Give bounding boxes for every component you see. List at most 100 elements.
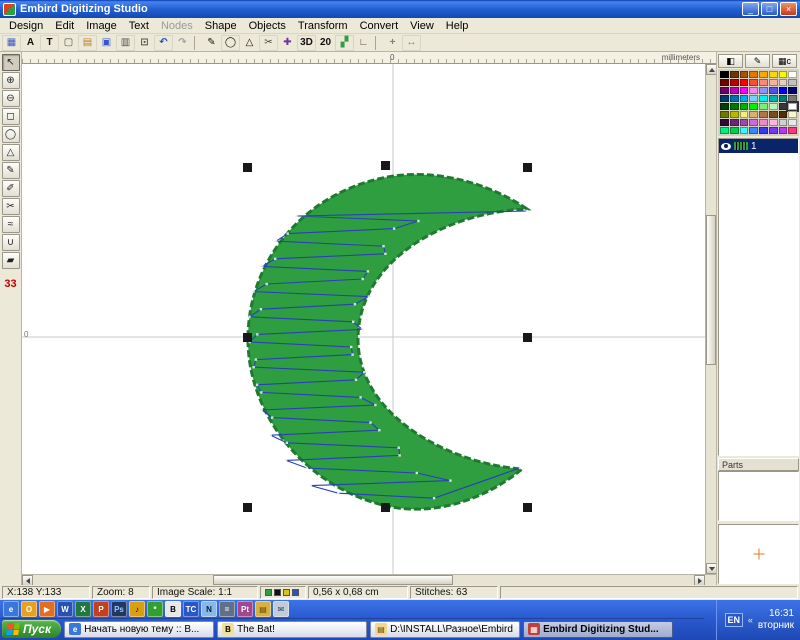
menu-item-help[interactable]: Help — [440, 19, 475, 33]
palette-swatch[interactable] — [779, 95, 788, 102]
freehand-draw-icon[interactable]: ✎ — [202, 35, 221, 51]
menu-item-image[interactable]: Image — [80, 19, 123, 33]
crescent-design-object[interactable] — [248, 174, 527, 509]
palette-swatch[interactable] — [769, 95, 778, 102]
polygon-shape-icon[interactable]: △ — [240, 35, 259, 51]
zoom-out-tool[interactable]: ⊖ — [2, 90, 20, 107]
pen-tool[interactable]: ✐ — [2, 180, 20, 197]
palette-swatch[interactable] — [788, 119, 797, 126]
task-button[interactable]: eНачать новую тему :: В... — [64, 621, 214, 638]
thread-catalog-button[interactable]: ▦c — [772, 54, 797, 68]
palette-swatch[interactable] — [740, 111, 749, 118]
media-player-icon[interactable]: ▶ — [39, 601, 55, 617]
tray-collapse-icon[interactable]: « — [748, 615, 753, 625]
powerpoint-icon[interactable]: P — [93, 601, 109, 617]
open-file-icon[interactable]: ▤ — [78, 35, 97, 51]
design-canvas[interactable]: 0 — [22, 64, 705, 574]
palette-swatch[interactable] — [720, 87, 729, 94]
close-button[interactable]: × — [780, 2, 797, 16]
new-file-icon[interactable]: ▢ — [59, 35, 78, 51]
palette-swatch[interactable] — [759, 127, 768, 134]
palette-swatch[interactable] — [740, 119, 749, 126]
palette-swatch[interactable] — [740, 127, 749, 134]
menu-item-objects[interactable]: Objects — [243, 19, 292, 33]
start-button[interactable]: Пуск — [2, 620, 61, 638]
undo-icon[interactable]: ↶ — [154, 35, 173, 51]
scissors-icon[interactable]: ✂ — [259, 35, 278, 51]
palette-swatch[interactable] — [749, 103, 758, 110]
save-icon[interactable]: ▣ — [97, 35, 116, 51]
palette-swatch[interactable] — [749, 87, 758, 94]
palette-swatch[interactable] — [749, 71, 758, 78]
horizontal-scroll-thumb[interactable] — [213, 575, 453, 585]
palette-swatch[interactable] — [769, 119, 778, 126]
palette-swatch[interactable] — [730, 79, 739, 86]
palette-swatch[interactable] — [730, 95, 739, 102]
palette-swatch[interactable] — [759, 71, 768, 78]
palette-swatch[interactable] — [769, 87, 778, 94]
task-button[interactable]: BThe Bat! — [217, 621, 367, 638]
palette-swatch[interactable] — [749, 127, 758, 134]
knife-tool[interactable]: ✂ — [2, 198, 20, 215]
palette-swatch[interactable] — [749, 119, 758, 126]
copy-icon[interactable]: ⊡ — [135, 35, 154, 51]
polygon-tool[interactable]: △ — [2, 144, 20, 161]
palette-swatch[interactable] — [730, 111, 739, 118]
palette-swatch[interactable] — [769, 127, 778, 134]
palette-swatch[interactable] — [749, 79, 758, 86]
handle-top-left[interactable] — [243, 163, 252, 172]
notepad-icon[interactable]: N — [201, 601, 217, 617]
palette-swatch[interactable] — [749, 111, 758, 118]
ellipse-shape-icon[interactable]: ◯ — [221, 35, 240, 51]
move-design-icon[interactable]: ↔ — [402, 35, 421, 51]
palette-swatch[interactable] — [779, 71, 788, 78]
icq-icon[interactable]: * — [147, 601, 163, 617]
handle-top-center[interactable] — [381, 161, 390, 170]
explorer-icon[interactable]: ▤ — [255, 601, 271, 617]
palette-swatch[interactable] — [720, 103, 729, 110]
rectangle-tool[interactable]: ◻ — [2, 108, 20, 125]
palette-mode-button[interactable]: ◧ — [718, 54, 743, 68]
calculator-icon[interactable]: = — [219, 601, 235, 617]
text-tool-icon[interactable]: T — [40, 35, 59, 51]
preview-pane[interactable] — [718, 524, 799, 584]
palette-swatch[interactable] — [740, 95, 749, 102]
task-button[interactable]: ▦Embird Digitizing Stud... — [523, 621, 673, 638]
palette-swatch[interactable] — [788, 127, 797, 134]
handle-mid-left[interactable] — [243, 333, 252, 342]
grid-20-icon[interactable]: 20 — [316, 35, 335, 51]
fill-tool[interactable]: ▰ — [2, 252, 20, 269]
menu-item-shape[interactable]: Shape — [199, 19, 243, 33]
palette-swatch[interactable] — [730, 103, 739, 110]
palette-swatch[interactable] — [779, 127, 788, 134]
menu-item-design[interactable]: Design — [3, 19, 49, 33]
object-list-item[interactable]: 1 — [719, 139, 798, 153]
palette-swatch[interactable] — [730, 87, 739, 94]
palette-swatch[interactable] — [720, 127, 729, 134]
palette-swatch[interactable] — [740, 103, 749, 110]
palette-swatch[interactable] — [788, 87, 797, 94]
palette-swatch[interactable] — [769, 79, 778, 86]
palette-swatch[interactable] — [779, 79, 788, 86]
menu-item-convert[interactable]: Convert — [354, 19, 405, 33]
palette-swatch[interactable] — [788, 103, 797, 110]
vertical-scrollbar[interactable] — [705, 64, 716, 574]
palette-swatch[interactable] — [759, 111, 768, 118]
object-list[interactable]: 1 — [718, 138, 799, 456]
palette-swatch[interactable] — [788, 71, 797, 78]
mail-icon[interactable]: ✉ — [273, 601, 289, 617]
palette-swatch[interactable] — [779, 103, 788, 110]
select-tool[interactable]: ↖ — [2, 54, 20, 71]
paint-icon[interactable]: Pt — [237, 601, 253, 617]
pencil-tool[interactable]: ✎ — [2, 162, 20, 179]
palette-swatch[interactable] — [779, 111, 788, 118]
task-button[interactable]: ▤D:\INSTALL\Разное\Embird — [370, 621, 520, 638]
palette-swatch[interactable] — [720, 111, 729, 118]
palette-swatch[interactable] — [740, 71, 749, 78]
photoshop-icon[interactable]: Ps — [111, 601, 127, 617]
palette-swatch[interactable] — [759, 103, 768, 110]
vertical-scroll-thumb[interactable] — [706, 215, 716, 365]
minimize-button[interactable]: _ — [742, 2, 759, 16]
word-icon[interactable]: W — [57, 601, 73, 617]
palette-swatch[interactable] — [730, 71, 739, 78]
